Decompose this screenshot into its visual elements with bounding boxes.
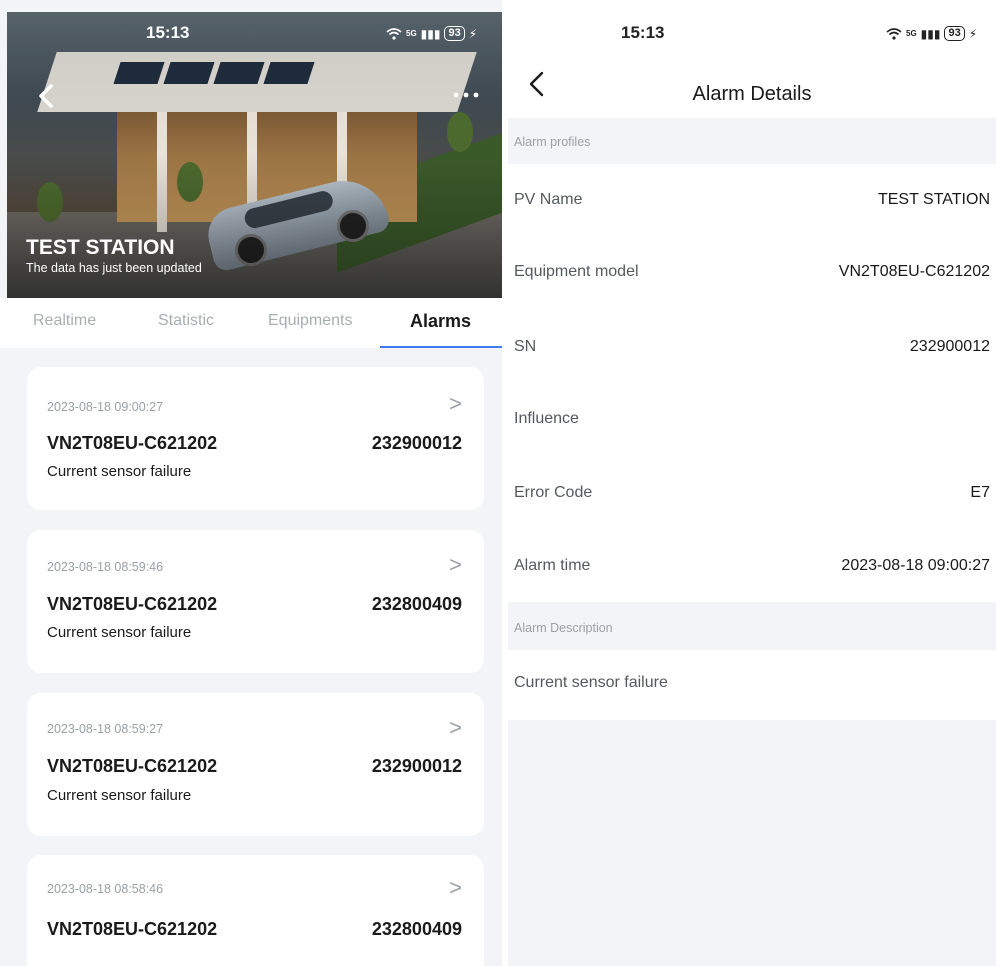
chevron-right-icon: > [449,391,462,416]
alarm-model: VN2T08EU-C621202 [47,919,218,939]
section-label: Alarm profiles [514,135,591,149]
status-bar: 15:13 5G ▮▮▮ 93 ⚡ [0,0,502,46]
detail-row-equipment-model: Equipment model VN2T08EU-C621202 [508,236,996,308]
alarm-timestamp: 2023-08-18 08:59:27 [47,722,164,736]
tab-equipments[interactable]: Equipments [268,312,353,330]
alarm-sn: 232900012 [371,433,462,453]
alarm-model: VN2T08EU-C621202 [47,756,218,776]
alarm-details-screen: 15:13 5G ▮▮▮ 93 ⚡ Alarm Details Alarm pr… [508,0,996,966]
detail-label: SN [514,338,537,355]
detail-row-influence: Influence [508,384,996,456]
alarm-sn: 232800409 [371,594,462,614]
more-button[interactable] [452,88,480,99]
status-time: 15:13 [621,23,665,42]
page-title: Alarm Details [692,83,812,105]
alarm-model: VN2T08EU-C621202 [47,594,218,614]
alarm-card[interactable]: 2023-08-18 08:59:27 > VN2T08EU-C621202 2… [27,693,484,836]
detail-row-sn: SN 232900012 [508,308,996,384]
alarm-description: Current sensor failure [514,674,668,691]
details-header: 15:13 5G ▮▮▮ 93 ⚡ Alarm Details [508,0,996,118]
section-alarm-profiles: Alarm profiles [508,120,996,164]
detail-label: Equipment model [514,263,639,280]
wifi-icon [886,27,902,40]
active-tab-indicator [380,346,502,348]
detail-value: TEST STATION [877,191,990,208]
alarm-fault: Current sensor failure [47,624,192,641]
alarm-timestamp: 2023-08-18 08:59:46 [47,560,164,574]
chevron-right-icon: > [449,552,462,577]
station-name: TEST STATION [26,236,175,259]
charging-icon: ⚡ [468,26,478,41]
status-icons: 5G ▮▮▮ 93 ⚡ [886,26,977,41]
wifi-icon [386,27,402,40]
alarm-card[interactable]: 2023-08-18 08:58:46 > VN2T08EU-C621202 2… [27,855,484,966]
detail-value: VN2T08EU-C621202 [838,263,990,280]
alarm-fault: Current sensor failure [47,463,192,480]
alarm-description-row: Current sensor failure [508,650,996,720]
alarm-timestamp: 2023-08-18 08:58:46 [47,882,164,896]
signal-icon: 5G [906,29,917,38]
detail-value: 2023-08-18 09:00:27 [841,557,990,574]
signal-icon: 5G [406,29,417,38]
chevron-right-icon: > [449,875,462,900]
detail-label: Alarm time [514,557,591,574]
status-time: 15:13 [146,23,190,42]
detail-label: PV Name [514,191,583,208]
detail-value: 232900012 [909,338,990,355]
charging-icon: ⚡ [968,26,978,41]
station-tabs: Realtime Statistic Equipments Alarms [0,298,502,348]
alarm-fault: Current sensor failure [47,787,192,804]
status-bar: 15:13 5G ▮▮▮ 93 ⚡ [508,0,996,46]
battery-icon: 93 [444,26,465,41]
battery-icon: 93 [944,26,965,41]
chevron-right-icon: > [449,715,462,740]
signal-bars-icon: ▮▮▮ [920,26,941,41]
detail-row-error-code: Error Code E7 [508,456,996,528]
detail-label: Error Code [514,484,593,501]
detail-label: Influence [514,410,579,427]
station-screen: 15:13 5G ▮▮▮ 93 ⚡ TEST STATION The data … [0,0,502,966]
alarm-card[interactable]: 2023-08-18 08:59:46 > VN2T08EU-C621202 2… [27,530,484,673]
detail-row-pv-name: PV Name TEST STATION [508,164,996,236]
chevron-left-icon [39,84,53,108]
tab-statistic[interactable]: Statistic [158,312,214,330]
tab-alarms[interactable]: Alarms [410,311,471,332]
section-label: Alarm Description [514,621,613,635]
alarm-sn: 232800409 [371,919,462,939]
station-update-status: The data has just been updated [26,261,202,275]
detail-value: E7 [970,484,990,501]
alarm-card[interactable]: 2023-08-18 09:00:27 > VN2T08EU-C621202 2… [27,367,484,510]
status-icons: 5G ▮▮▮ 93 ⚡ [386,26,477,41]
back-button[interactable] [36,82,68,114]
section-alarm-description: Alarm Description [508,606,996,650]
detail-row-alarm-time: Alarm time 2023-08-18 09:00:27 [508,528,996,602]
alarm-timestamp: 2023-08-18 09:00:27 [47,400,164,414]
tab-realtime[interactable]: Realtime [33,312,96,330]
alarm-model: VN2T08EU-C621202 [47,433,218,453]
more-icon [453,92,479,98]
signal-bars-icon: ▮▮▮ [420,26,441,41]
alarm-sn: 232900012 [371,756,462,776]
